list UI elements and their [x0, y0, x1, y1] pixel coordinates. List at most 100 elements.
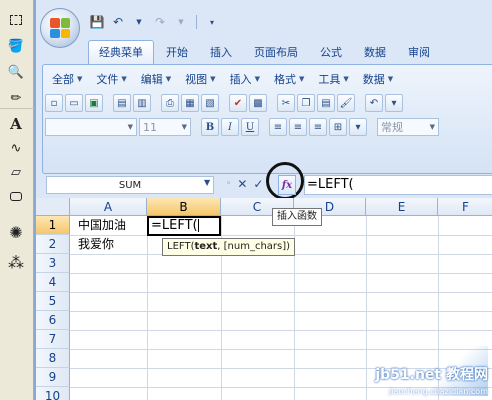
row-header-8[interactable]: 8: [36, 349, 70, 368]
format-painter-icon[interactable]: 🖌: [337, 94, 355, 112]
standard-toolbar: ▫ ▭ ▣ ▤ ▥ ⎙ ▦ ▧ ✔ ▩ ✂ ❐ ▤ 🖌 ↶ ▾: [45, 93, 403, 113]
redo-icon[interactable]: ↷: [151, 13, 169, 31]
tab-formulas[interactable]: 公式: [310, 42, 352, 64]
permission-icon[interactable]: ▧: [201, 94, 219, 112]
tab-classic-menu[interactable]: 经典菜单: [88, 40, 154, 64]
tab-data[interactable]: 数据: [354, 42, 396, 64]
watermark-main-text: jb51.net 教程网: [375, 367, 488, 383]
research-icon[interactable]: ▩: [249, 94, 267, 112]
curve-icon[interactable]: ∿: [6, 138, 26, 158]
paste-icon[interactable]: ▤: [317, 94, 335, 112]
cell-a1[interactable]: 中国加油: [74, 216, 126, 235]
tab-insert[interactable]: 插入: [200, 42, 242, 64]
row-header-5[interactable]: 5: [36, 292, 70, 311]
chevron-down-icon: ▼: [298, 75, 305, 83]
font-name-select[interactable]: ▼: [45, 118, 137, 136]
formatting-toolbar: ▼ 11 ▼ B I U ≡ ≡ ≡ ⊞ ▾ 常规 ▼: [45, 117, 439, 137]
cut-icon[interactable]: ✂: [277, 94, 295, 112]
col-header-a[interactable]: A: [70, 198, 147, 216]
underline-button[interactable]: U: [241, 118, 259, 136]
preview-icon[interactable]: ▦: [181, 94, 199, 112]
chevron-down-icon: ▼: [343, 75, 349, 83]
rounded-rect-icon[interactable]: [6, 186, 26, 206]
row-header-1[interactable]: 1: [36, 216, 70, 235]
enter-icon[interactable]: ✓: [253, 177, 263, 191]
text-caret: [197, 219, 199, 232]
customize-qat-icon[interactable]: ▾: [203, 13, 221, 31]
menu-file[interactable]: 文件 ▼: [89, 71, 133, 87]
spelling-icon[interactable]: ✔: [229, 94, 247, 112]
new-icon[interactable]: ▫: [45, 94, 63, 112]
menu-edit[interactable]: 编辑 ▼: [134, 71, 178, 87]
formula-input[interactable]: =LEFT(: [304, 175, 492, 195]
quick-access-toolbar: 💾 ↶ ▼ ↷ ▼ ▾: [88, 12, 221, 32]
italic-button[interactable]: I: [221, 118, 239, 136]
menu-view[interactable]: 视图 ▼: [178, 71, 222, 87]
pencil-icon[interactable]: ✏: [6, 88, 26, 108]
office-button[interactable]: [40, 8, 80, 48]
menu-all[interactable]: 全部 ▼: [45, 71, 89, 87]
row-header-3[interactable]: 3: [36, 254, 70, 273]
align-center-icon[interactable]: ≡: [289, 118, 307, 136]
menu-tools[interactable]: 工具 ▼: [311, 71, 355, 87]
row-header-10[interactable]: 10: [36, 387, 70, 400]
active-cell-b1[interactable]: =LEFT(: [147, 216, 221, 236]
row-header-7[interactable]: 7: [36, 330, 70, 349]
redo-dropdown-icon[interactable]: ▼: [172, 13, 190, 31]
chevron-down-icon: ▼: [165, 75, 172, 83]
copy-format-icon[interactable]: ▥: [133, 94, 151, 112]
save-icon[interactable]: ▣: [85, 94, 103, 112]
merge-center-icon[interactable]: ⊞: [329, 118, 347, 136]
undo-icon[interactable]: ↶: [109, 13, 127, 31]
chevron-down-icon: ▼: [254, 75, 260, 83]
font-size-select[interactable]: 11 ▼: [139, 118, 191, 136]
menu-data[interactable]: 数据 ▼: [356, 71, 400, 87]
col-header-e[interactable]: E: [366, 198, 438, 216]
row-header-2[interactable]: 2: [36, 235, 70, 254]
name-box-dropdown-icon[interactable]: ▼: [204, 178, 210, 187]
chevron-down-icon: ▼: [387, 75, 394, 83]
screen: 🪣 🔍 ✏ A ∿ ▱ ✺ ⁂ 💾 ↶ ▼ ↷ ▼ ▾ 经典菜单 开始 插入 页…: [0, 0, 492, 400]
cell-a2[interactable]: 我爱你: [74, 235, 114, 254]
name-box[interactable]: SUM: [46, 176, 214, 194]
menu-insert[interactable]: 插入 ▼: [223, 71, 267, 87]
tab-page-layout[interactable]: 页面布局: [244, 42, 308, 64]
save-icon[interactable]: 💾: [88, 13, 106, 31]
select-all-corner[interactable]: [36, 198, 70, 216]
airbrush-icon[interactable]: ✺: [6, 222, 26, 242]
excel-window: 💾 ↶ ▼ ↷ ▼ ▾ 经典菜单 开始 插入 页面布局 公式 数据 审阅 全部 ▼…: [34, 0, 492, 400]
cancel-icon[interactable]: ✕: [237, 177, 247, 191]
col-header-f[interactable]: F: [438, 198, 492, 216]
align-left-icon[interactable]: ≡: [269, 118, 287, 136]
select-rect-icon[interactable]: [6, 10, 26, 30]
insert-function-button[interactable]: fx: [278, 175, 296, 195]
print-preview-icon[interactable]: ▤: [113, 94, 131, 112]
insert-function-tooltip: 插入函数: [272, 208, 322, 226]
paint-toolbox: 🪣 🔍 ✏ A ∿ ▱ ✺ ⁂: [0, 0, 34, 400]
classic-menubar: 全部 ▼ 文件 ▼ 编辑 ▼ 视图 ▼ 插入 ▼ 格式 ▼ 工具 ▼ 数据 ▼: [45, 69, 400, 89]
row-header-4[interactable]: 4: [36, 273, 70, 292]
col-header-b[interactable]: B: [147, 198, 221, 216]
undo-arrow-icon[interactable]: ▾: [385, 94, 403, 112]
ribbon-panel: 全部 ▼ 文件 ▼ 编辑 ▼ 视图 ▼ 插入 ▼ 格式 ▼ 工具 ▼ 数据 ▼ ▫ ▭ ▣ ▤ …: [42, 64, 492, 174]
undo-dropdown-icon[interactable]: ▼: [130, 13, 148, 31]
polygon-icon[interactable]: ▱: [6, 162, 26, 182]
text-icon[interactable]: A: [6, 114, 26, 134]
merge-dropdown-icon[interactable]: ▾: [349, 118, 367, 136]
fill-icon[interactable]: 🪣: [6, 36, 26, 56]
bold-button[interactable]: B: [201, 118, 219, 136]
row-header-6[interactable]: 6: [36, 311, 70, 330]
tab-home[interactable]: 开始: [156, 42, 198, 64]
copy-icon[interactable]: ❐: [297, 94, 315, 112]
align-right-icon[interactable]: ≡: [309, 118, 327, 136]
print-icon[interactable]: ⎙: [161, 94, 179, 112]
menu-format[interactable]: 格式 ▼: [267, 71, 311, 87]
number-format-select[interactable]: 常规 ▼: [377, 118, 439, 136]
row-header-9[interactable]: 9: [36, 368, 70, 387]
tab-review[interactable]: 审阅: [398, 42, 440, 64]
spray-icon[interactable]: ⁂: [6, 252, 26, 272]
open-icon[interactable]: ▭: [65, 94, 83, 112]
undo-icon[interactable]: ↶: [365, 94, 383, 112]
magnifier-icon[interactable]: 🔍: [6, 62, 26, 82]
grip-icon: ◦: [226, 179, 232, 189]
